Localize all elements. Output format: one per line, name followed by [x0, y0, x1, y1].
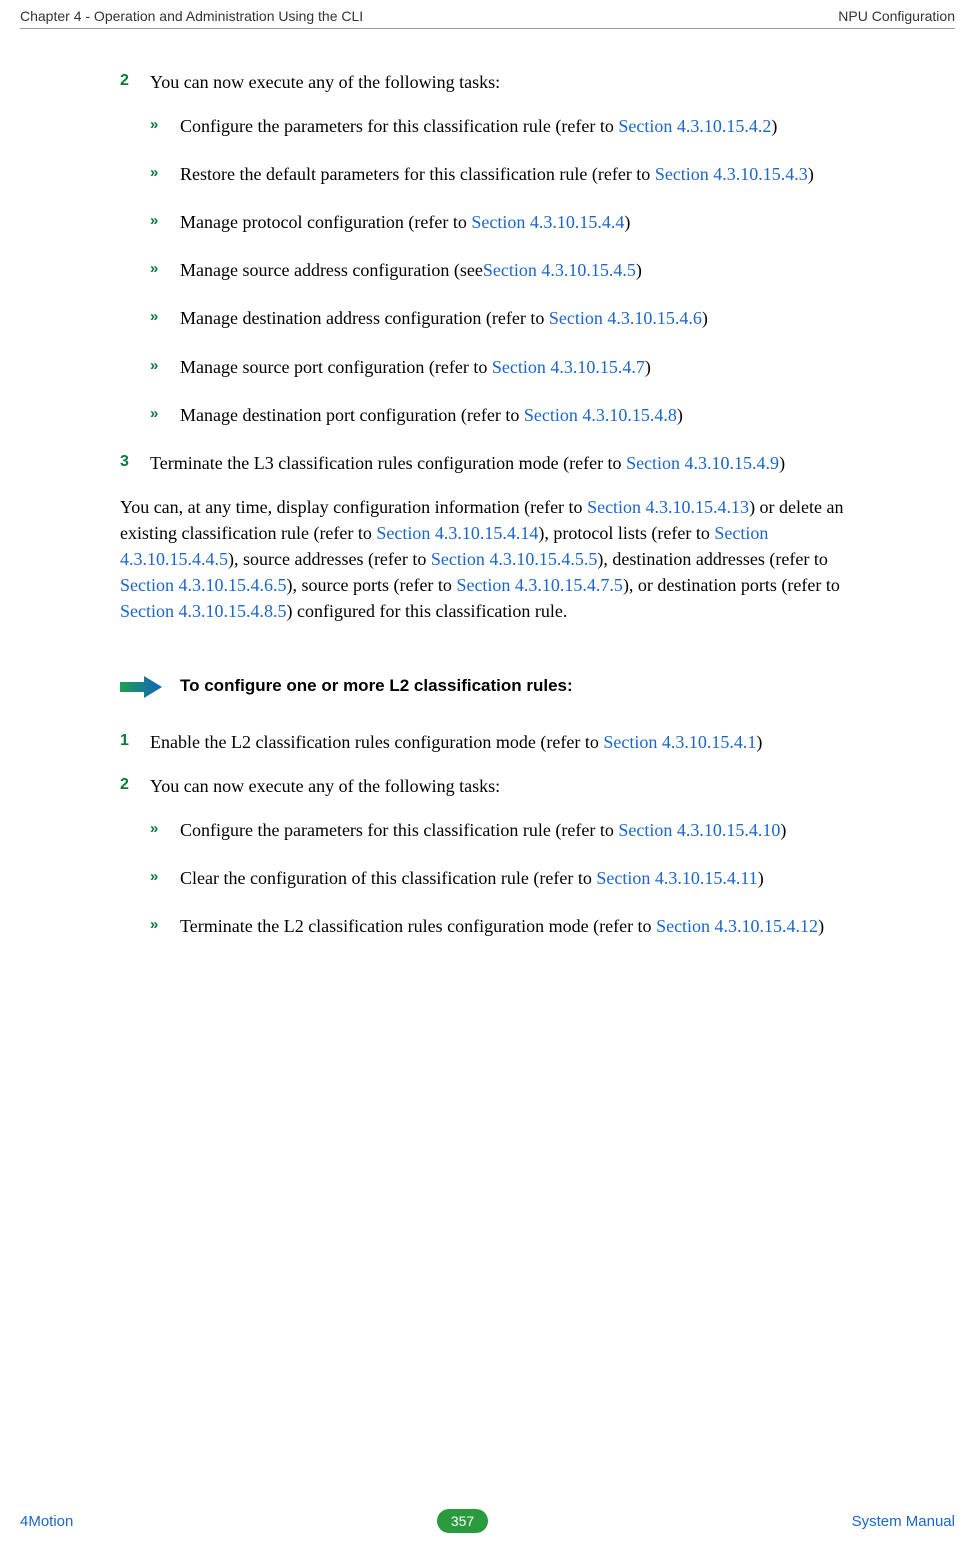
list-text: Restore the default parameters for this …: [180, 161, 865, 187]
list-text: Configure the parameters for this classi…: [180, 817, 865, 843]
section-link[interactable]: Section 4.3.10.15.4.9: [626, 453, 779, 473]
step-number: 2: [120, 773, 150, 799]
procedure-callout: To configure one or more L2 classificati…: [120, 674, 865, 699]
step-text: You can now execute any of the following…: [150, 773, 865, 799]
list-text: Manage source port configuration (refer …: [180, 354, 865, 380]
section-link[interactable]: Section 4.3.10.15.4.7.5: [456, 575, 623, 595]
bullet-icon: »: [150, 354, 180, 380]
step-number: 1: [120, 729, 150, 755]
list-item: » Manage source address configuration (s…: [150, 257, 865, 283]
step-number: 2: [120, 69, 150, 95]
header-right: NPU Configuration: [838, 8, 955, 24]
bullet-icon: »: [150, 913, 180, 939]
list-item: » Configure the parameters for this clas…: [150, 817, 865, 843]
section-link[interactable]: Section 4.3.10.15.4.7: [492, 357, 645, 377]
list-text: Manage protocol configuration (refer to …: [180, 209, 865, 235]
step-text: Enable the L2 classification rules confi…: [150, 729, 865, 755]
footer-left: 4Motion: [20, 1513, 73, 1530]
section-link[interactable]: Section 4.3.10.15.4.1: [603, 732, 756, 752]
page-content: 2 You can now execute any of the followi…: [0, 69, 975, 939]
bullet-icon: »: [150, 113, 180, 139]
section-link[interactable]: Section 4.3.10.15.4.4: [471, 212, 624, 232]
section-link[interactable]: Section 4.3.10.15.4.10: [618, 820, 780, 840]
list-text: Manage destination port configuration (r…: [180, 402, 865, 428]
section-link[interactable]: Section 4.3.10.15.4.3: [655, 164, 808, 184]
arrow-icon: [120, 676, 162, 698]
list-text: Manage destination address configuration…: [180, 305, 865, 331]
section-link[interactable]: Section 4.3.10.15.4.6.5: [120, 575, 287, 595]
step-b2: 2 You can now execute any of the followi…: [120, 773, 865, 799]
list-item: » Clear the configuration of this classi…: [150, 865, 865, 891]
step-text: Terminate the L3 classification rules co…: [150, 450, 865, 476]
section-link[interactable]: Section 4.3.10.15.4.12: [656, 916, 818, 936]
info-paragraph: You can, at any time, display configurat…: [120, 494, 865, 624]
bullet-icon: »: [150, 257, 180, 283]
footer-right: System Manual: [852, 1513, 955, 1530]
list-item: » Terminate the L2 classification rules …: [150, 913, 865, 939]
section-link[interactable]: Section 4.3.10.15.4.8: [524, 405, 677, 425]
section-link[interactable]: Section 4.3.10.15.4.8.5: [120, 601, 287, 621]
list-text: Terminate the L2 classification rules co…: [180, 913, 865, 939]
bullet-icon: »: [150, 305, 180, 331]
section-link[interactable]: Section 4.3.10.15.4.11: [596, 868, 757, 888]
header-left: Chapter 4 - Operation and Administration…: [20, 8, 363, 24]
list-item: » Manage destination port configuration …: [150, 402, 865, 428]
list-item: » Manage protocol configuration (refer t…: [150, 209, 865, 235]
page-number-badge: 357: [437, 1509, 488, 1533]
section-link[interactable]: Section 4.3.10.15.4.5: [483, 260, 636, 280]
section-link[interactable]: Section 4.3.10.15.4.14: [376, 523, 538, 543]
step-number: 3: [120, 450, 150, 476]
list-text: Manage source address configuration (see…: [180, 257, 865, 283]
callout-title: To configure one or more L2 classificati…: [180, 674, 573, 699]
section-link[interactable]: Section 4.3.10.15.4.5.5: [431, 549, 598, 569]
bullet-icon: »: [150, 209, 180, 235]
step-2: 2 You can now execute any of the followi…: [120, 69, 865, 95]
step-2-sublist: » Configure the parameters for this clas…: [150, 113, 865, 428]
bullet-icon: »: [150, 402, 180, 428]
bullet-icon: »: [150, 161, 180, 187]
step-text: You can now execute any of the following…: [150, 69, 865, 95]
step-3: 3 Terminate the L3 classification rules …: [120, 450, 865, 476]
page-footer: 4Motion 357 System Manual: [0, 1509, 975, 1533]
section-link[interactable]: Section 4.3.10.15.4.13: [587, 497, 749, 517]
list-text: Clear the configuration of this classifi…: [180, 865, 865, 891]
step-b2-sublist: » Configure the parameters for this clas…: [150, 817, 865, 939]
list-item: » Manage source port configuration (refe…: [150, 354, 865, 380]
bullet-icon: »: [150, 817, 180, 843]
section-link[interactable]: Section 4.3.10.15.4.6: [549, 308, 702, 328]
section-link[interactable]: Section 4.3.10.15.4.2: [618, 116, 771, 136]
list-item: » Restore the default parameters for thi…: [150, 161, 865, 187]
bullet-icon: »: [150, 865, 180, 891]
header-rule: [20, 28, 955, 29]
list-item: » Configure the parameters for this clas…: [150, 113, 865, 139]
list-text: Configure the parameters for this classi…: [180, 113, 865, 139]
step-b1: 1 Enable the L2 classification rules con…: [120, 729, 865, 755]
page-header: Chapter 4 - Operation and Administration…: [0, 0, 975, 28]
list-item: » Manage destination address configurati…: [150, 305, 865, 331]
